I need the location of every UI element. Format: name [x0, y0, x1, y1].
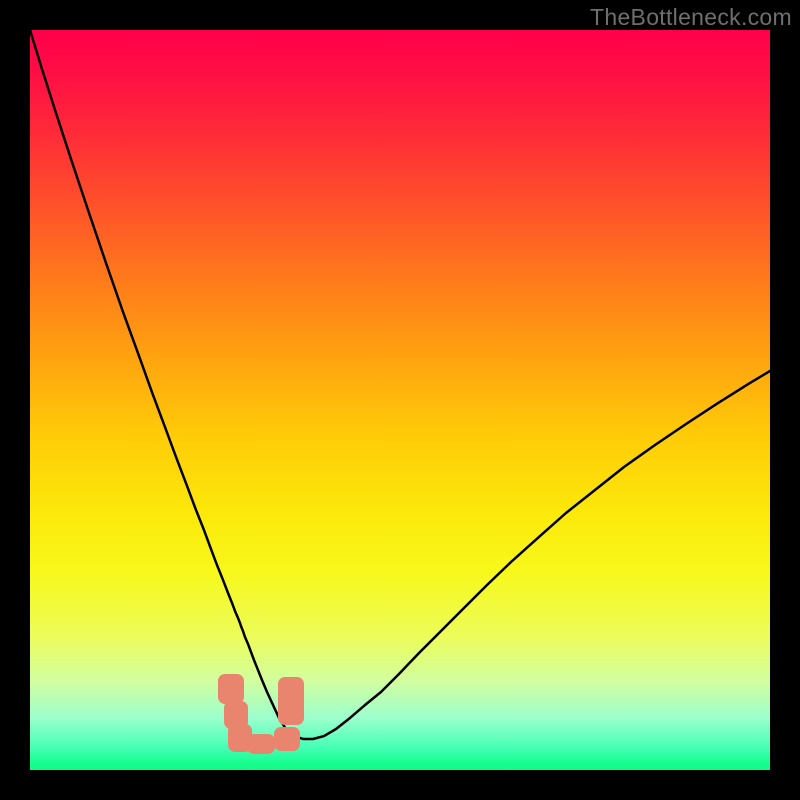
chart-frame: TheBottleneck.com — [0, 0, 800, 800]
plot-area — [30, 30, 770, 770]
curve-marker — [278, 677, 304, 725]
bottleneck-curve — [30, 30, 770, 739]
curve-svg — [30, 30, 770, 770]
curve-marker — [247, 734, 275, 754]
curve-marker — [218, 674, 244, 704]
watermark-text: TheBottleneck.com — [590, 4, 792, 31]
curve-marker — [274, 727, 300, 751]
